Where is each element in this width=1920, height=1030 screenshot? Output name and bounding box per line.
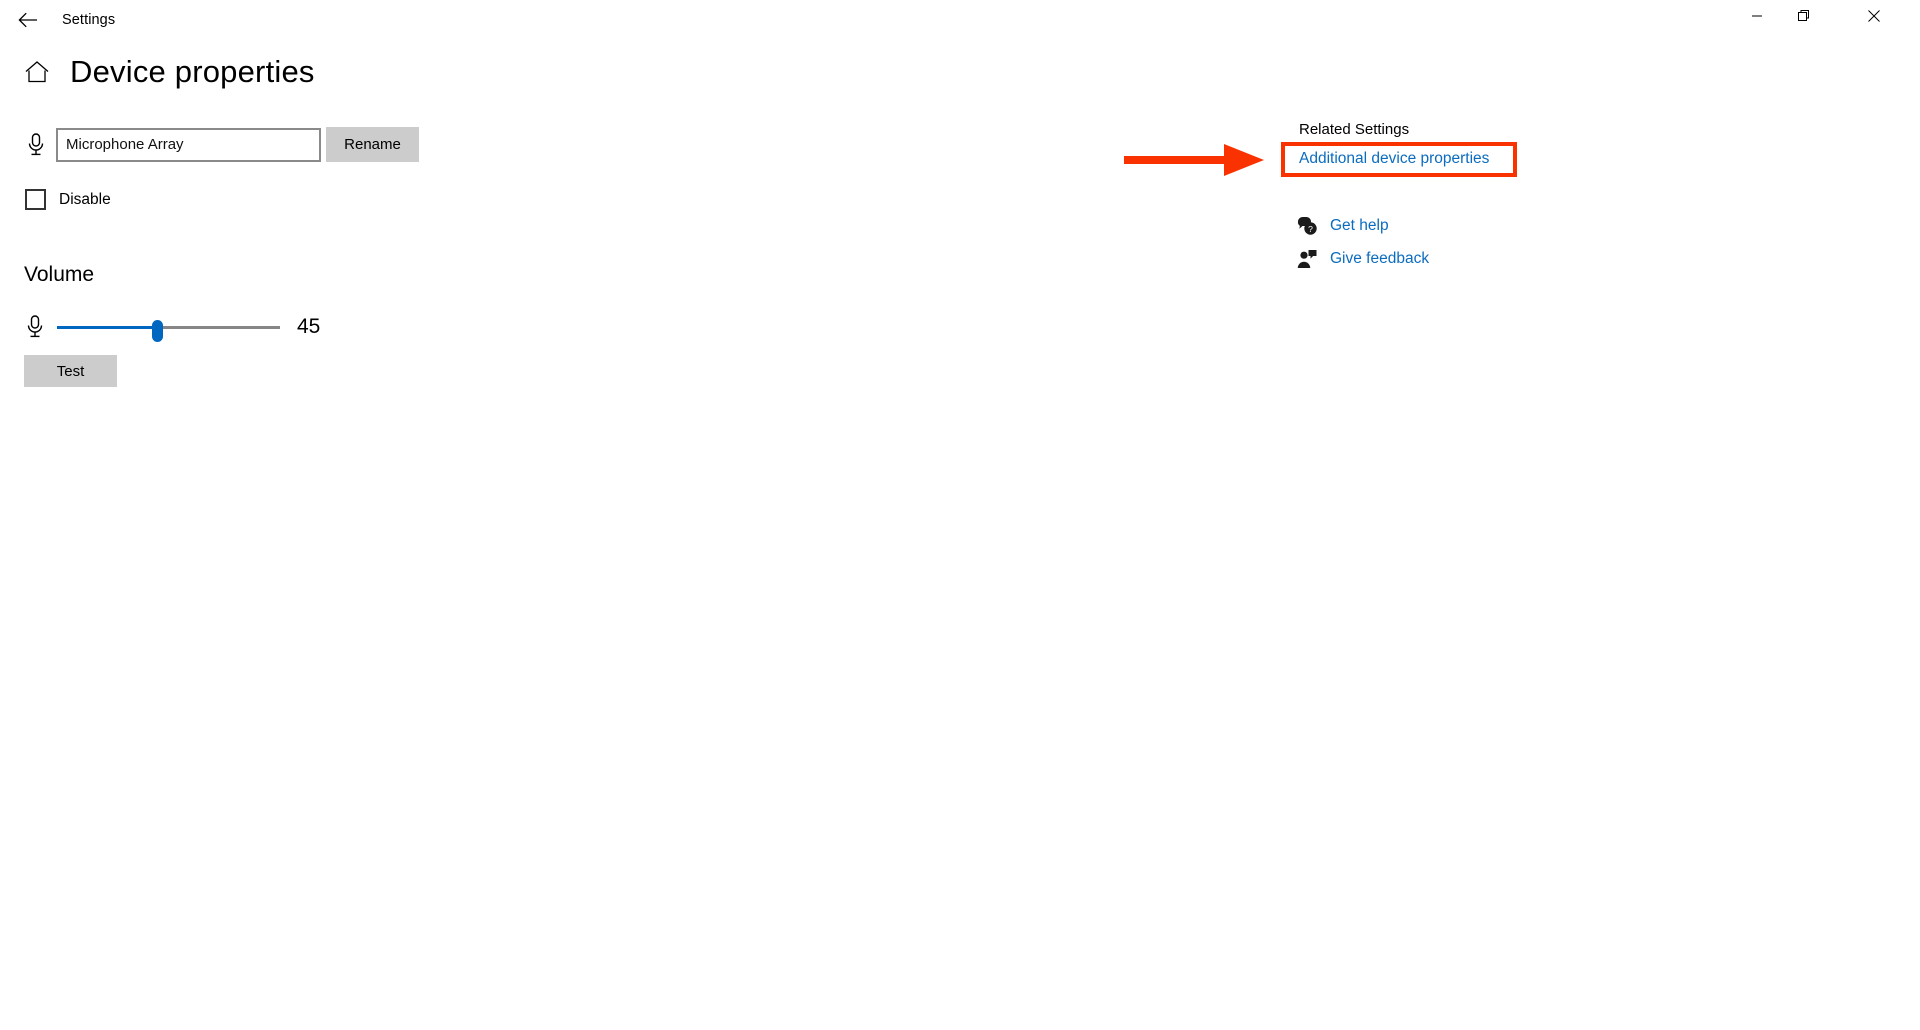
red-arrow-annotation (1124, 144, 1264, 176)
microphone-icon (27, 315, 43, 338)
page-header: Device properties (24, 52, 315, 92)
close-button[interactable] (1851, 0, 1897, 32)
rename-button[interactable]: Rename (326, 127, 419, 162)
page-title: Device properties (70, 54, 315, 89)
title-bar: Settings (0, 0, 1920, 40)
slider-track-fill (57, 326, 158, 329)
window-title: Settings (62, 12, 116, 28)
device-name-row: Rename (24, 127, 419, 162)
back-arrow-icon (18, 12, 37, 28)
minimize-button[interactable] (1734, 0, 1780, 32)
slider-thumb[interactable] (152, 320, 164, 342)
volume-heading: Volume (24, 263, 95, 286)
svg-text:?: ? (1308, 224, 1313, 234)
microphone-icon (28, 132, 44, 155)
maximize-restore-icon (1798, 10, 1809, 21)
related-settings-heading: Related Settings (1299, 121, 1410, 138)
maximize-button[interactable] (1781, 0, 1827, 32)
additional-device-properties-link[interactable]: Additional device properties (1299, 150, 1489, 168)
give-feedback-row[interactable]: Give feedback (1297, 249, 1429, 269)
feedback-person-icon (1297, 250, 1317, 268)
get-help-row[interactable]: ? Get help (1297, 216, 1389, 236)
back-button[interactable] (10, 4, 46, 36)
disable-checkbox[interactable] (25, 189, 46, 210)
settings-window: Settings Device properties Microphone Ar… (0, 0, 1920, 1030)
give-feedback-label[interactable]: Give feedback (1330, 250, 1429, 268)
close-icon (1868, 10, 1880, 22)
test-button[interactable]: Test (24, 355, 117, 387)
device-name-input[interactable] (56, 127, 321, 162)
help-bubble-icon: ? (1297, 217, 1317, 235)
disable-row[interactable]: Disable (25, 189, 111, 210)
volume-value: 45 (297, 315, 321, 338)
volume-slider[interactable] (57, 314, 280, 342)
get-help-label[interactable]: Get help (1330, 217, 1389, 235)
disable-label: Disable (59, 190, 111, 208)
volume-row: 45 (24, 314, 321, 342)
home-icon[interactable] (24, 59, 50, 85)
minimize-icon (1752, 15, 1762, 17)
